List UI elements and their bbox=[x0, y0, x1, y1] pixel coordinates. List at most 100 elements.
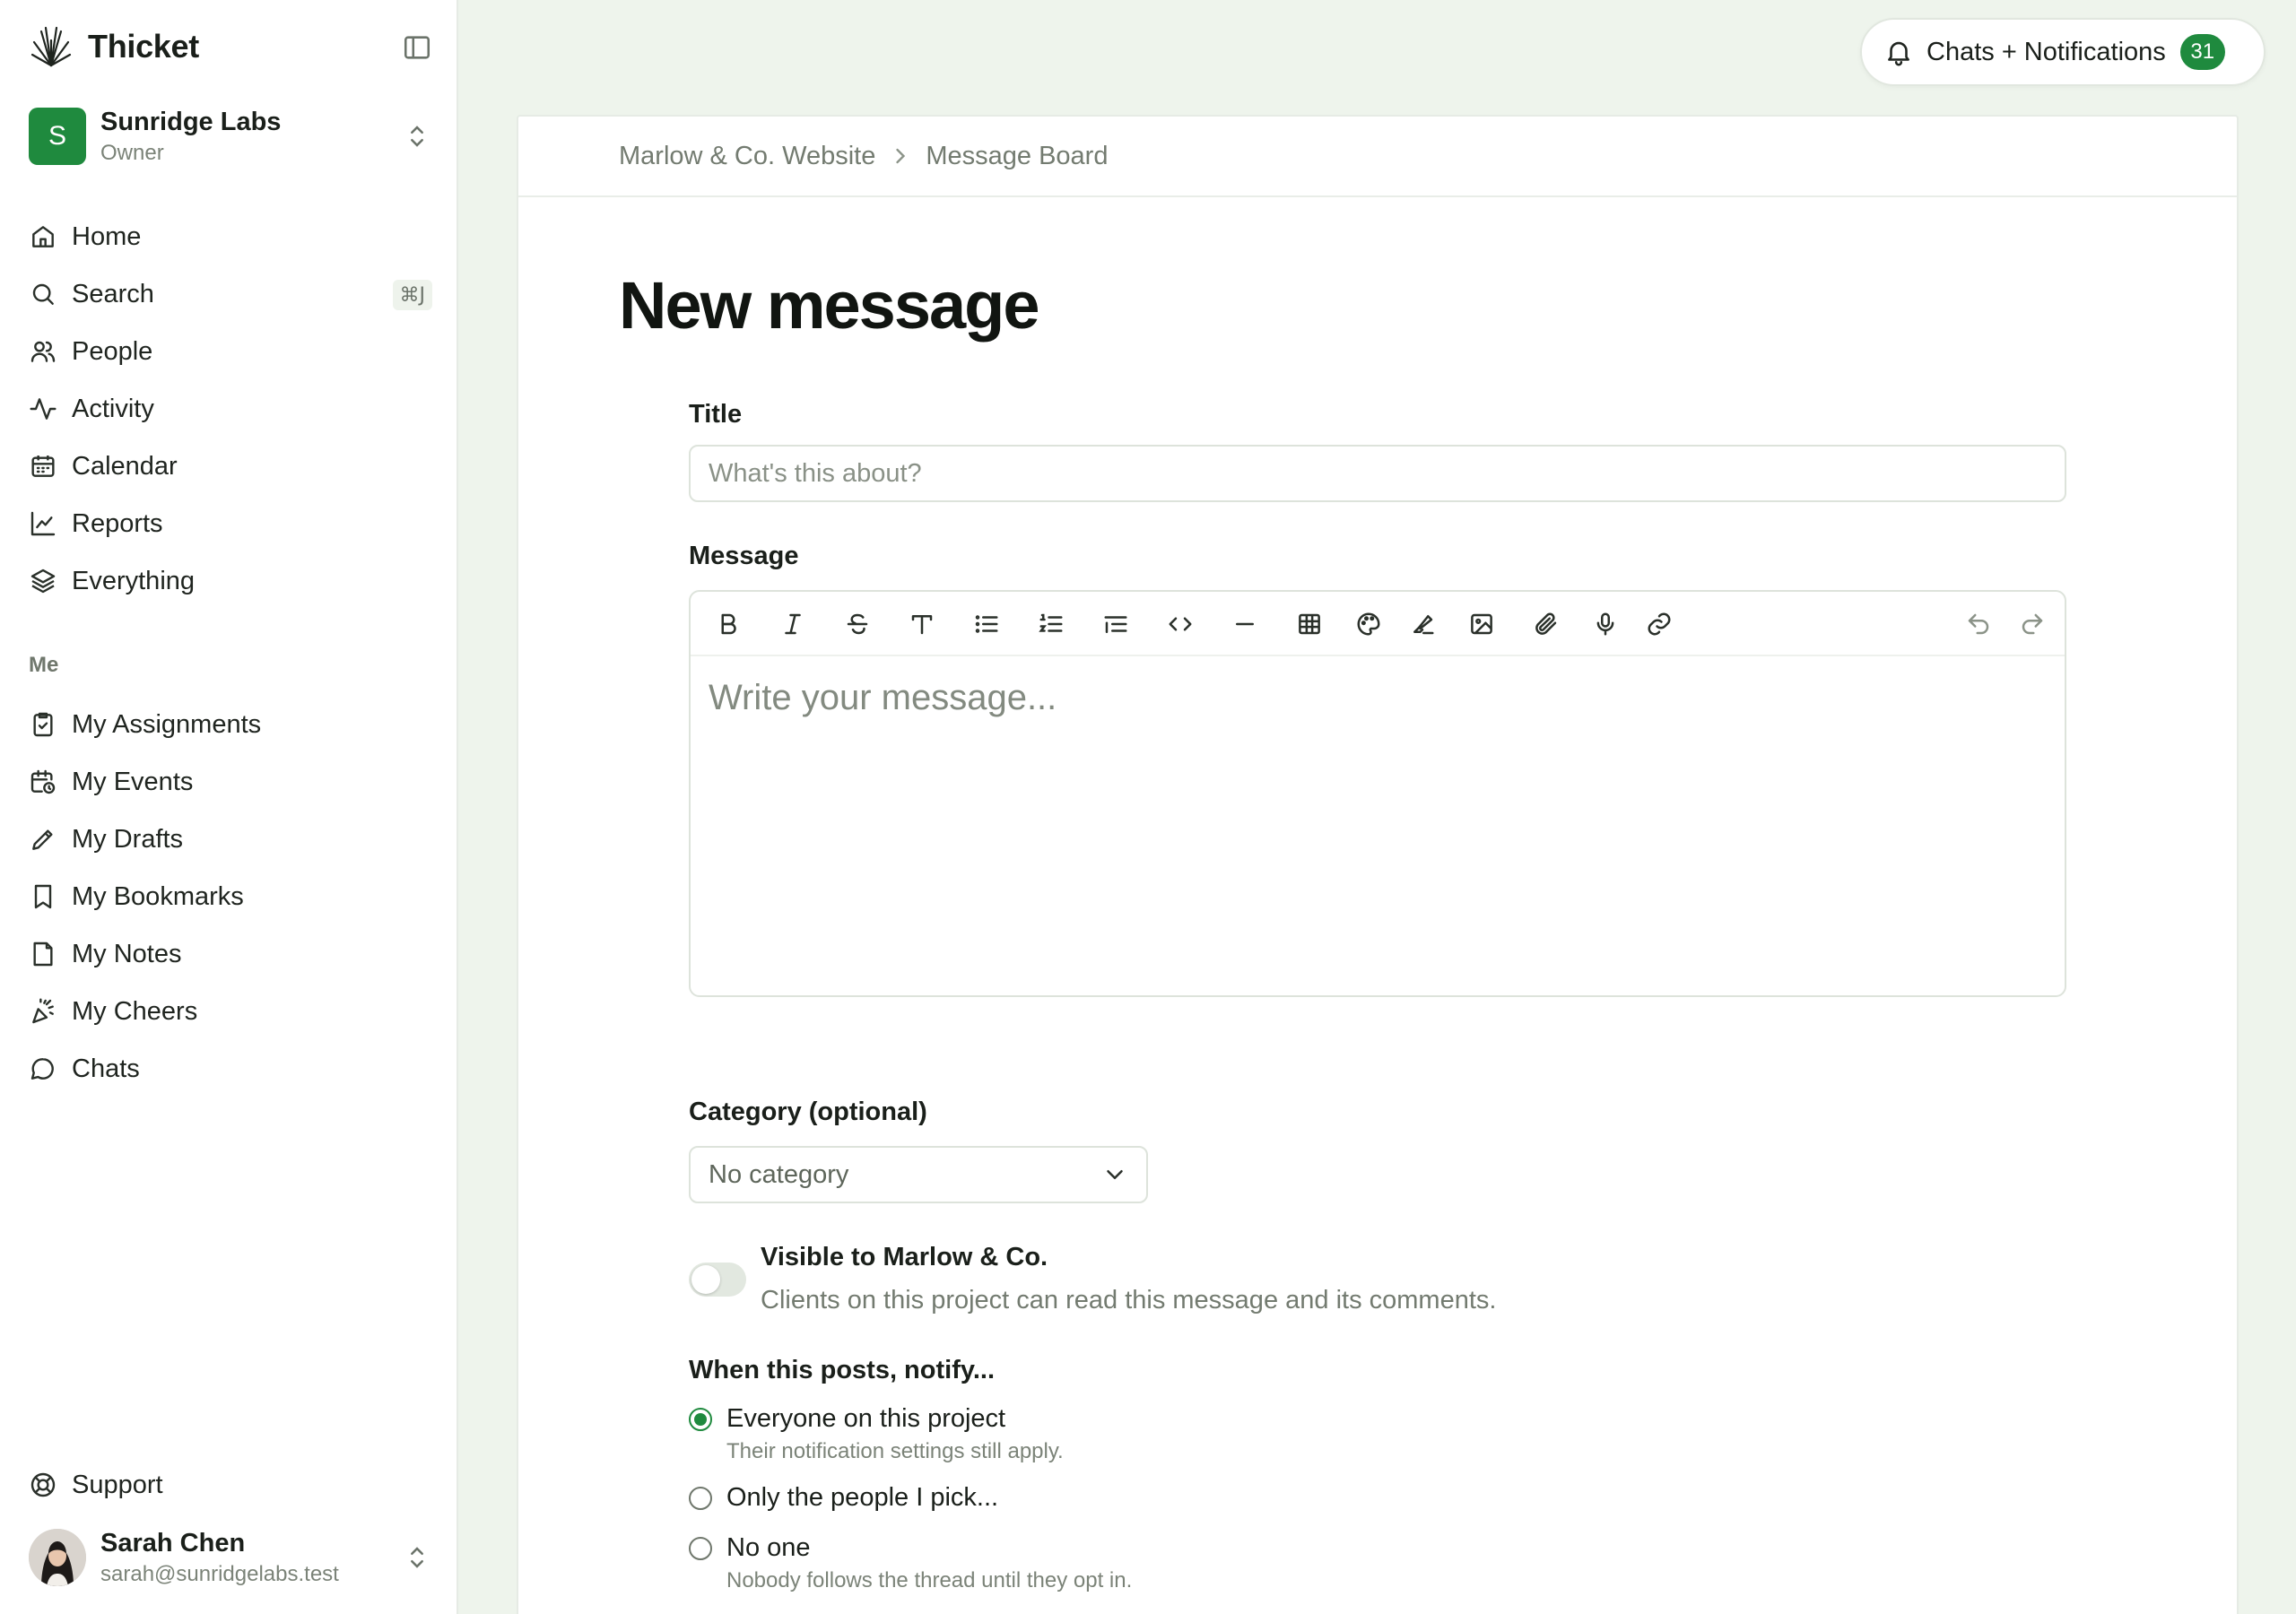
italic-icon[interactable] bbox=[777, 608, 809, 640]
nav-label: Calendar bbox=[72, 451, 178, 481]
radio-help: Nobody follows the thread until they opt… bbox=[726, 1568, 1133, 1592]
activity-icon bbox=[30, 398, 57, 420]
nav-label: Home bbox=[72, 221, 142, 251]
nav-label: My Assignments bbox=[72, 709, 262, 739]
party-popper-icon bbox=[32, 998, 54, 1024]
section-label-me: Me bbox=[29, 653, 59, 677]
redo-icon[interactable] bbox=[2016, 608, 2048, 640]
nav-calendar[interactable]: Calendar bbox=[29, 438, 432, 495]
nav-my-assignments[interactable]: My Assignments bbox=[29, 696, 432, 753]
main-card: Marlow & Co. Website Message Board New m… bbox=[517, 115, 2239, 1614]
image-icon[interactable] bbox=[1465, 608, 1498, 640]
breadcrumb-page-link[interactable]: Message Board bbox=[926, 142, 1108, 171]
nav-my-notes[interactable]: My Notes bbox=[29, 925, 432, 983]
note-icon bbox=[33, 941, 53, 967]
radio-label: No one bbox=[726, 1533, 811, 1562]
title-input[interactable] bbox=[689, 445, 2066, 502]
nav-people[interactable]: People bbox=[29, 323, 432, 380]
breadcrumb: Marlow & Co. Website Message Board bbox=[518, 117, 2237, 197]
main-nav: Home Search ⌘J People Activity Calendar … bbox=[29, 208, 432, 610]
nav-everything[interactable]: Everything bbox=[29, 552, 432, 610]
undo-icon[interactable] bbox=[1962, 608, 1995, 640]
radio-label: Only the people I pick... bbox=[726, 1483, 999, 1512]
bookmark-icon bbox=[34, 884, 52, 909]
bullet-list-icon[interactable] bbox=[970, 608, 1003, 640]
category-label: Category (optional) bbox=[689, 1098, 927, 1126]
radio-button[interactable] bbox=[689, 1537, 712, 1560]
notifications-button[interactable]: Chats + Notifications 31 bbox=[1860, 18, 2266, 86]
user-name: Sarah Chen bbox=[100, 1528, 246, 1558]
visibility-title: Visible to Marlow & Co. bbox=[761, 1243, 1048, 1271]
nav-label: My Events bbox=[72, 767, 194, 796]
message-label: Message bbox=[689, 542, 799, 570]
nav-label: Chats bbox=[72, 1054, 140, 1083]
visibility-description: Clients on this project can read this me… bbox=[761, 1286, 1497, 1315]
notify-option-pick[interactable]: Only the people I pick... bbox=[689, 1483, 998, 1513]
lifebuoy-icon bbox=[30, 1472, 56, 1497]
heading-icon[interactable] bbox=[906, 608, 938, 640]
highlighter-icon[interactable] bbox=[1406, 608, 1439, 640]
nav-label: People bbox=[72, 336, 153, 366]
search-icon bbox=[32, 283, 54, 305]
breadcrumb-project-link[interactable]: Marlow & Co. Website bbox=[619, 142, 875, 171]
nav-my-bookmarks[interactable]: My Bookmarks bbox=[29, 868, 432, 925]
nav-label: My Notes bbox=[72, 939, 182, 968]
quote-icon[interactable] bbox=[1100, 608, 1132, 640]
radio-button[interactable] bbox=[689, 1408, 712, 1431]
chevron-down-icon bbox=[1107, 1170, 1123, 1179]
radio-button[interactable] bbox=[689, 1487, 712, 1510]
nav-my-cheers[interactable]: My Cheers bbox=[29, 983, 432, 1040]
chat-bubble-icon bbox=[30, 1058, 54, 1080]
nav-label: Search bbox=[72, 279, 154, 308]
notify-option-everyone[interactable]: Everyone on this project Their notificat… bbox=[689, 1404, 1064, 1464]
nav-my-events[interactable]: My Events bbox=[29, 753, 432, 811]
clipboard-check-icon bbox=[33, 712, 53, 737]
workspace-switcher[interactable]: S Sunridge Labs Owner bbox=[29, 106, 432, 167]
calendar-icon bbox=[31, 456, 55, 477]
notify-option-none[interactable]: No one Nobody follows the thread until t… bbox=[689, 1533, 1132, 1593]
client-visibility-toggle[interactable] bbox=[689, 1263, 746, 1297]
title-label: Title bbox=[689, 400, 743, 429]
microphone-icon[interactable] bbox=[1589, 608, 1622, 640]
nav-home[interactable]: Home bbox=[29, 208, 432, 265]
nav-label: Reports bbox=[72, 508, 163, 538]
nav-label: Activity bbox=[72, 394, 154, 423]
chart-line-icon bbox=[30, 511, 56, 536]
nav-chats[interactable]: Chats bbox=[29, 1040, 432, 1098]
strikethrough-icon[interactable] bbox=[841, 608, 874, 640]
user-menu[interactable]: Sarah Chen sarah@sunridgelabs.test bbox=[29, 1523, 432, 1592]
sidebar-toggle-icon[interactable] bbox=[402, 32, 432, 63]
avatar bbox=[29, 1529, 86, 1586]
nav-label: Support bbox=[72, 1470, 163, 1499]
nav-my-drafts[interactable]: My Drafts bbox=[29, 811, 432, 868]
nav-support[interactable]: Support bbox=[29, 1456, 163, 1514]
home-icon bbox=[32, 226, 54, 247]
category-select[interactable]: No category bbox=[689, 1146, 1148, 1203]
me-nav: My Assignments My Events My Drafts My Bo… bbox=[29, 696, 432, 1098]
link-icon[interactable] bbox=[1643, 608, 1675, 640]
notifications-count-badge: 31 bbox=[2179, 34, 2225, 70]
message-placeholder[interactable]: Write your message... bbox=[709, 678, 1057, 718]
nav-activity[interactable]: Activity bbox=[29, 380, 432, 438]
workspace-role: Owner bbox=[100, 140, 164, 165]
radio-help: Their notification settings still apply. bbox=[726, 1439, 1064, 1463]
message-editor[interactable]: Write your message... bbox=[689, 590, 2066, 997]
nav-label: My Cheers bbox=[72, 996, 198, 1026]
attachment-icon[interactable] bbox=[1530, 608, 1562, 640]
nav-reports[interactable]: Reports bbox=[29, 495, 432, 552]
layers-icon bbox=[30, 568, 56, 594]
nav-search[interactable]: Search ⌘J bbox=[29, 265, 432, 323]
divider-icon[interactable] bbox=[1229, 608, 1261, 640]
bold-icon[interactable] bbox=[712, 608, 744, 640]
numbered-list-icon[interactable] bbox=[1035, 608, 1067, 640]
color-palette-icon[interactable] bbox=[1352, 608, 1385, 640]
code-icon[interactable] bbox=[1164, 608, 1196, 640]
pencil-icon bbox=[32, 829, 53, 850]
brand[interactable]: Thicket bbox=[29, 23, 199, 70]
table-icon[interactable] bbox=[1293, 608, 1326, 640]
toggle-knob bbox=[691, 1265, 720, 1294]
people-icon bbox=[30, 341, 56, 362]
calendar-clock-icon bbox=[30, 769, 56, 794]
brand-name: Thicket bbox=[88, 28, 199, 65]
workspace-name: Sunridge Labs bbox=[100, 107, 282, 136]
